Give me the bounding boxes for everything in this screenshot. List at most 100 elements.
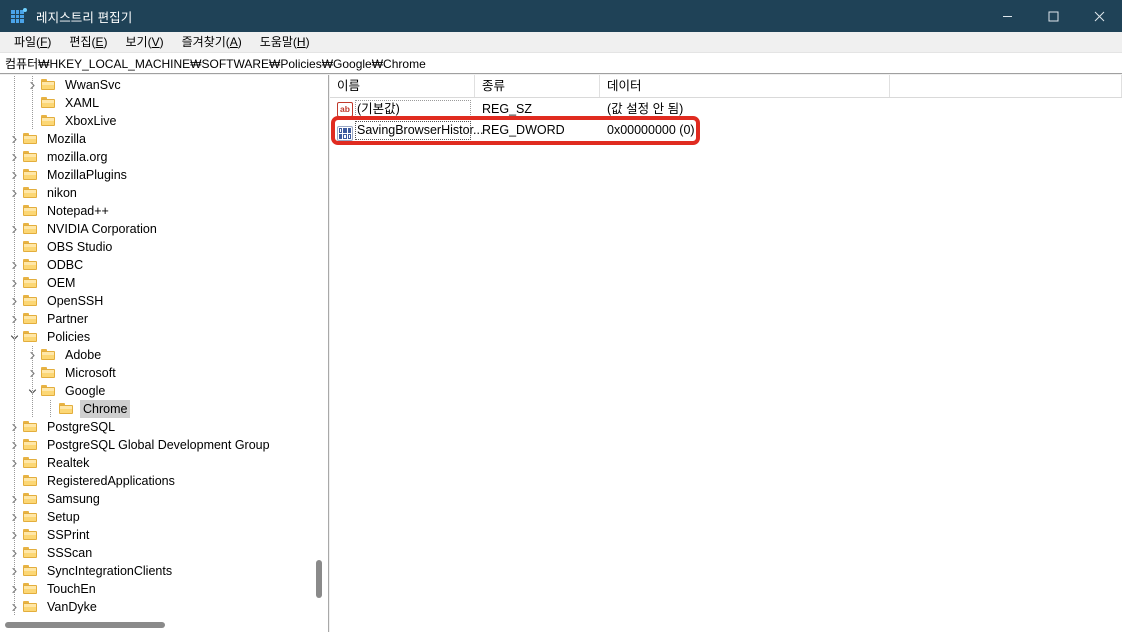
column-header-spacer[interactable] <box>890 75 1122 97</box>
tree-item[interactable]: Adobe <box>0 346 313 364</box>
menu-item-a[interactable]: 즐겨찾기(A) <box>173 32 251 52</box>
tree-item-label: OBS Studio <box>47 240 113 254</box>
tree-item[interactable]: mozilla.org <box>0 148 313 166</box>
tree-indent-spacer <box>0 94 24 112</box>
tree-item[interactable]: TouchEn <box>0 580 313 598</box>
tree-item[interactable]: Microsoft <box>0 364 313 382</box>
window-title: 레지스트리 편집기 <box>36 10 133 25</box>
tree-indent-spacer <box>0 346 24 364</box>
folder-icon <box>40 382 58 400</box>
tree-indent-guide <box>14 328 15 346</box>
tree-vertical-scrollbar[interactable] <box>312 75 327 617</box>
tree-indent-guide <box>32 346 33 364</box>
tree-item[interactable]: Setup <box>0 508 313 526</box>
tree-indent-guide <box>14 454 15 472</box>
value-row[interactable]: SavingBrowserHistor... REG_DWORD 0x0000000… <box>330 120 1122 141</box>
tree-vertical-scroll-thumb[interactable] <box>316 560 322 598</box>
tree-item-label: MozillaPlugins <box>47 168 127 182</box>
registry-values-panel[interactable]: 이름 종류 데이터 ab (기본값) REG_SZ (값 설정 안 됨) SavingBro… <box>330 75 1122 632</box>
tree-item[interactable]: ODBC <box>0 256 313 274</box>
tree-item-label: WwanSvc <box>65 78 121 92</box>
tree-item[interactable]: XboxLive <box>0 112 313 130</box>
tree-item-label: OEM <box>47 276 76 290</box>
column-header-data[interactable]: 데이터 <box>600 75 890 97</box>
value-row[interactable]: ab (기본값) REG_SZ (값 설정 안 됨) <box>330 99 1122 120</box>
tree-item[interactable]: NVIDIA Corporation <box>0 220 313 238</box>
menu-item-e[interactable]: 편집(E) <box>60 32 116 52</box>
tree-indent-guide <box>14 418 15 436</box>
close-button[interactable] <box>1076 0 1122 32</box>
values-list-header[interactable]: 이름 종류 데이터 <box>330 75 1122 98</box>
tree-item-label: Google <box>65 384 106 398</box>
tree-item[interactable]: SyncIntegrationClients <box>0 562 313 580</box>
folder-icon <box>40 112 58 130</box>
tree-indent-guide <box>14 562 15 580</box>
folder-icon <box>22 184 40 202</box>
folder-icon <box>22 472 40 490</box>
tree-indent-guide <box>14 256 15 274</box>
folder-icon <box>22 436 40 454</box>
tree-item[interactable]: Realtek <box>0 454 313 472</box>
tree-indent-guide <box>32 382 33 400</box>
tree-item[interactable]: MozillaPlugins <box>0 166 313 184</box>
tree-indent-guide <box>14 112 15 130</box>
tree-indent-guide <box>14 508 15 526</box>
tree-item[interactable]: Notepad++ <box>0 202 313 220</box>
registry-tree-panel[interactable]: WwanSvc XAML XboxLive Mozilla mozilla.org Moz… <box>0 75 329 632</box>
tree-horizontal-scrollbar[interactable] <box>0 617 313 632</box>
tree-item[interactable]: OBS Studio <box>0 238 313 256</box>
tree-item[interactable]: Policies <box>0 328 313 346</box>
value-type: REG_DWORD <box>482 123 565 137</box>
tree-indent-guide <box>14 436 15 454</box>
tree-item-label: SyncIntegrationClients <box>47 564 173 578</box>
tree-item-label: Adobe <box>65 348 102 362</box>
folder-icon <box>22 148 40 166</box>
address-bar[interactable]: 컴퓨터₩HKEY_LOCAL_MACHINE₩SOFTWARE₩Policies… <box>0 52 1122 74</box>
tree-indent-guide <box>14 400 15 418</box>
tree-indent-guide <box>14 544 15 562</box>
minimize-button[interactable] <box>984 0 1030 32</box>
tree-horizontal-scroll-thumb[interactable] <box>5 622 165 628</box>
tree-item-label: ODBC <box>47 258 84 272</box>
tree-item[interactable]: VanDyke <box>0 598 313 616</box>
column-header-type[interactable]: 종류 <box>475 75 600 97</box>
tree-item[interactable]: Partner <box>0 310 313 328</box>
tree-indent-guide <box>32 364 33 382</box>
tree-item-selected[interactable]: Chrome <box>0 400 313 418</box>
menu-item-h[interactable]: 도움말(H) <box>251 32 319 52</box>
tree-indent-guide <box>50 400 51 418</box>
tree-item[interactable]: XAML <box>0 94 313 112</box>
tree-item-label: Partner <box>47 312 88 326</box>
tree-indent-guide <box>14 382 15 400</box>
tree-item-label: OpenSSH <box>47 294 104 308</box>
tree-indent-guide <box>14 310 15 328</box>
folder-icon <box>22 130 40 148</box>
tree-item[interactable]: Mozilla <box>0 130 313 148</box>
folder-icon <box>22 238 40 256</box>
folder-icon <box>22 328 40 346</box>
tree-item[interactable]: SSPrint <box>0 526 313 544</box>
tree-item-label: Setup <box>47 510 80 524</box>
maximize-button[interactable] <box>1030 0 1076 32</box>
tree-indent-guide <box>14 202 15 220</box>
tree-item[interactable]: nikon <box>0 184 313 202</box>
tree-indent-guide <box>14 292 15 310</box>
tree-item[interactable]: PostgreSQL <box>0 418 313 436</box>
registry-tree[interactable]: WwanSvc XAML XboxLive Mozilla mozilla.org Moz… <box>0 75 313 617</box>
tree-indent-spacer <box>0 364 24 382</box>
tree-item[interactable]: OpenSSH <box>0 292 313 310</box>
tree-item-label: Policies <box>47 330 91 344</box>
tree-indent-spacer <box>0 112 24 130</box>
tree-item[interactable]: OEM <box>0 274 313 292</box>
tree-item[interactable]: SSScan <box>0 544 313 562</box>
title-bar[interactable]: 레지스트리 편집기 <box>0 0 1122 32</box>
tree-indent-guide <box>32 112 33 130</box>
column-header-name[interactable]: 이름 <box>330 75 475 97</box>
menu-item-v[interactable]: 보기(V) <box>117 32 173 52</box>
menu-item-f[interactable]: 파일(F) <box>5 32 60 52</box>
tree-item[interactable]: PostgreSQL Global Development Group <box>0 436 313 454</box>
tree-item[interactable]: RegisteredApplications <box>0 472 313 490</box>
tree-item[interactable]: Google <box>0 382 313 400</box>
tree-item[interactable]: WwanSvc <box>0 76 313 94</box>
tree-item[interactable]: Samsung <box>0 490 313 508</box>
